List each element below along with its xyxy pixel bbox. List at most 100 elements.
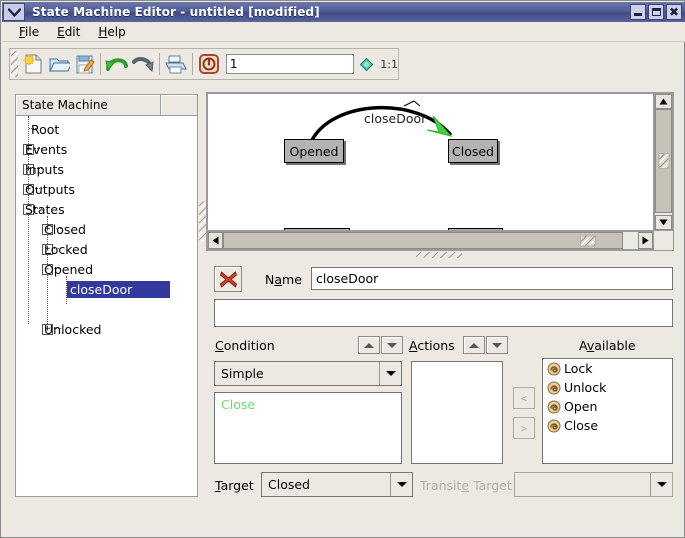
zoom-input[interactable]: 1	[226, 54, 354, 74]
canvas-horizontal-scrollbar[interactable]	[207, 231, 654, 250]
power-toggle-icon[interactable]	[197, 51, 221, 77]
chevron-down-icon[interactable]	[650, 473, 672, 496]
available-item-label: Lock	[564, 361, 593, 376]
diagram-canvas[interactable]: Opened Closed Unlocked Locked closeDoor	[207, 93, 654, 231]
tree-node-unlocked[interactable]: + Unlocked	[16, 319, 197, 339]
tree-node-inputs[interactable]: + Inputs	[16, 159, 197, 179]
state-machine-editor-window: State Machine Editor - untitled [modifie…	[0, 0, 685, 538]
window-title: State Machine Editor - untitled [modifie…	[32, 5, 320, 19]
menu-edit[interactable]: Edit	[48, 23, 89, 41]
thumb-grip	[658, 153, 669, 169]
actions-list[interactable]	[411, 361, 503, 464]
tree-node-closed[interactable]: + Closed	[16, 219, 197, 239]
available-item-label: Open	[564, 399, 597, 414]
close-icon: ✖	[669, 7, 679, 18]
canvas-vertical-scrollbar[interactable]	[654, 93, 673, 231]
tree-node-events[interactable]: + Events	[16, 139, 197, 159]
tree-header-column-extra[interactable]	[161, 95, 197, 115]
tree-node-label: Events	[23, 141, 69, 158]
maximize-button[interactable]	[648, 4, 664, 20]
triangle-up-icon	[364, 343, 374, 348]
target-value: Closed	[262, 477, 390, 492]
condition-type-combo[interactable]: Simple	[214, 361, 402, 386]
actions-move-down-button[interactable]	[486, 336, 508, 354]
actions-label: Actions	[409, 338, 455, 353]
transition-edge	[208, 94, 653, 230]
maximize-icon	[652, 8, 661, 16]
redo-arrow-icon[interactable]	[131, 51, 155, 77]
transite-target-combo[interactable]	[514, 472, 673, 497]
triangle-up-icon	[469, 343, 479, 348]
scroll-left-button[interactable]	[208, 232, 223, 249]
available-item-unlock[interactable]: Unlock	[543, 378, 672, 397]
menu-help[interactable]: Help	[89, 23, 134, 41]
vertical-splitter-handle[interactable]	[199, 201, 206, 241]
menu-file[interactable]: FFileile	[10, 23, 48, 41]
event-swirl-icon	[547, 362, 561, 376]
available-item-lock[interactable]: Lock	[543, 359, 672, 378]
chevron-down-icon	[8, 8, 21, 17]
new-document-icon[interactable]	[21, 51, 45, 77]
chevron-down-icon[interactable]	[379, 362, 401, 385]
toolbar-separator-2	[159, 53, 160, 75]
toolbar-grip[interactable]	[11, 51, 18, 77]
minimize-button[interactable]	[630, 4, 646, 20]
horizontal-splitter-handle[interactable]	[416, 252, 462, 258]
tree-node-root[interactable]: Root	[16, 119, 197, 139]
title-bar: State Machine Editor - untitled [modifie…	[2, 2, 685, 22]
delete-transition-button[interactable]	[214, 266, 242, 292]
window-menu-button[interactable]	[3, 3, 25, 21]
scroll-horizontal-thumb[interactable]	[223, 232, 623, 249]
move-to-available-button[interactable]: >	[513, 417, 535, 439]
target-combo[interactable]: Closed	[261, 472, 413, 497]
toolbar-separator-3	[192, 53, 193, 75]
triangle-down-icon	[492, 343, 502, 348]
condition-move-up-button[interactable]	[358, 336, 380, 354]
actions-move-up-button[interactable]	[463, 336, 485, 354]
tree-node-opened[interactable]: - Opened	[16, 259, 197, 279]
condition-move-down-button[interactable]	[381, 336, 403, 354]
undo-arrow-icon[interactable]	[105, 51, 129, 77]
menu-bar: FFileile Edit Help	[2, 22, 685, 42]
tree-node-outputs[interactable]: + Outputs	[16, 179, 197, 199]
event-swirl-icon	[547, 400, 561, 414]
tree-node-closedoor[interactable]: closeDoor	[16, 279, 197, 299]
close-button[interactable]: ✖	[666, 4, 682, 20]
state-node-opened[interactable]: Opened	[284, 139, 344, 163]
printer-icon[interactable]	[164, 51, 188, 77]
available-item-close[interactable]: Close	[543, 416, 672, 435]
tree-node-label: closeDoor	[67, 281, 170, 298]
description-input[interactable]	[214, 299, 673, 327]
state-node-closed[interactable]: Closed	[448, 139, 498, 163]
thumb-grip	[580, 235, 596, 246]
available-label: Available	[579, 338, 636, 353]
scroll-up-button[interactable]	[655, 94, 672, 109]
scroll-down-button[interactable]	[655, 215, 672, 230]
window-controls: ✖	[630, 4, 682, 20]
name-input[interactable]: closeDoor	[311, 267, 673, 290]
event-swirl-icon	[547, 381, 561, 395]
save-edit-document-icon[interactable]	[73, 51, 97, 77]
move-to-actions-button[interactable]: <	[513, 387, 535, 409]
condition-expression-box[interactable]: Close	[214, 392, 402, 464]
available-item-label: Unlock	[564, 380, 606, 395]
tree-node-label: Unlocked	[42, 321, 103, 338]
zoom-ratio-group: 1:1	[360, 58, 398, 71]
state-machine-tree[interactable]: State Machine Root + Events + Inputs	[15, 94, 198, 497]
open-folder-icon[interactable]	[47, 51, 71, 77]
tree-header-column-name[interactable]: State Machine	[16, 95, 161, 115]
available-item-label: Close	[564, 418, 598, 433]
tree-node-label: States	[23, 201, 67, 218]
tree-node-locked[interactable]: + Locked	[16, 239, 197, 259]
name-label: Name	[265, 272, 302, 287]
minimize-icon	[634, 13, 642, 16]
chevron-down-icon[interactable]	[390, 473, 412, 496]
available-list[interactable]: Lock Unlock Open Close	[542, 358, 673, 464]
available-item-open[interactable]: Open	[543, 397, 672, 416]
red-x-icon	[219, 270, 238, 289]
scroll-right-button[interactable]	[638, 232, 653, 249]
scroll-vertical-thumb[interactable]	[655, 109, 672, 213]
tree-node-states[interactable]: - States	[16, 199, 197, 219]
tree-node-label: Inputs	[23, 161, 66, 178]
condition-type-value: Simple	[215, 366, 379, 381]
